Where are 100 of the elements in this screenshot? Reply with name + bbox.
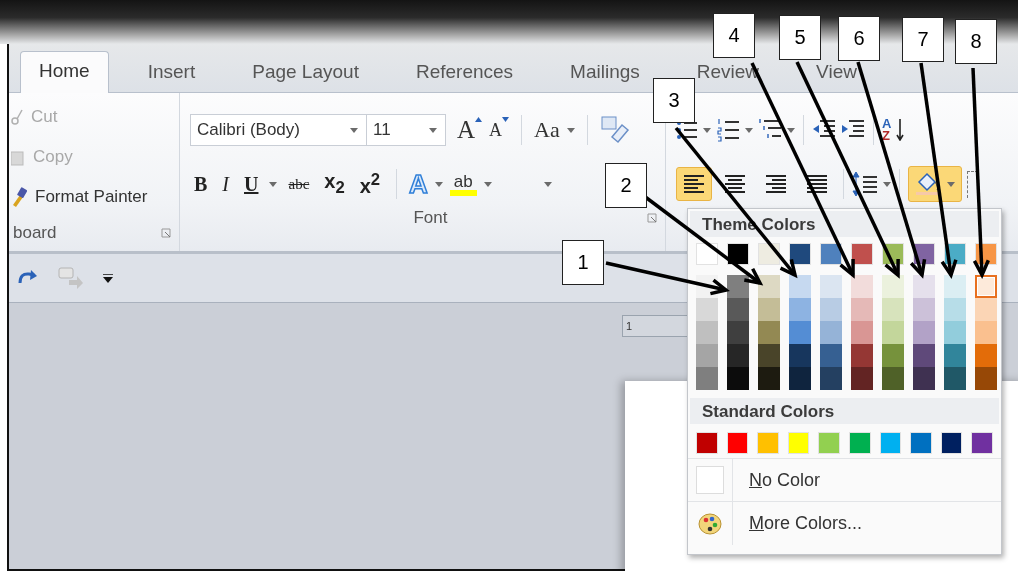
color-swatch[interactable] xyxy=(944,344,966,367)
color-swatch[interactable] xyxy=(696,321,718,344)
color-swatch[interactable] xyxy=(882,367,904,390)
line-spacing-icon[interactable] xyxy=(852,171,878,197)
color-swatch[interactable] xyxy=(851,275,873,298)
caret-icon[interactable] xyxy=(787,127,795,133)
ribbon-tab[interactable]: View xyxy=(798,59,875,92)
color-swatch[interactable] xyxy=(882,275,904,298)
color-swatch[interactable] xyxy=(851,367,873,390)
down-caret-icon xyxy=(502,117,510,122)
callout-label: 1 xyxy=(562,240,604,285)
color-swatch[interactable] xyxy=(944,298,966,321)
color-swatch[interactable] xyxy=(913,298,935,321)
ribbon-tab[interactable]: Home xyxy=(20,51,109,93)
color-swatch[interactable] xyxy=(851,321,873,344)
color-swatch[interactable] xyxy=(758,344,780,367)
scissors-icon xyxy=(11,108,23,125)
ribbon-tab[interactable]: Page Layout xyxy=(234,59,377,92)
callout-label: 2 xyxy=(605,163,647,208)
color-swatch[interactable] xyxy=(820,367,842,390)
color-swatch[interactable] xyxy=(820,298,842,321)
color-swatch[interactable] xyxy=(913,367,935,390)
color-swatch[interactable] xyxy=(820,321,842,344)
color-swatch[interactable] xyxy=(882,298,904,321)
caret-icon[interactable] xyxy=(947,181,955,187)
color-swatch[interactable] xyxy=(913,275,935,298)
shading-button[interactable] xyxy=(908,166,962,202)
dialog-launcher-icon[interactable] xyxy=(161,228,171,238)
format-button[interactable]: abc xyxy=(284,175,314,193)
highlight-button[interactable]: ab xyxy=(449,172,477,196)
border-icon[interactable] xyxy=(967,170,978,198)
clipboard-command[interactable]: Format Painter xyxy=(9,183,179,210)
format-button[interactable]: U xyxy=(240,172,263,196)
paint-bucket-icon xyxy=(915,172,941,196)
color-swatch[interactable] xyxy=(758,321,780,344)
caret-icon[interactable] xyxy=(745,127,753,133)
format-button[interactable]: I xyxy=(218,172,233,196)
color-swatch[interactable] xyxy=(820,344,842,367)
color-swatch[interactable] xyxy=(727,298,749,321)
color-swatch[interactable] xyxy=(944,321,966,344)
caret-icon[interactable] xyxy=(883,181,891,187)
color-swatch[interactable] xyxy=(696,298,718,321)
color-swatch[interactable] xyxy=(944,275,966,298)
format-button[interactable]: x$^{2}$ xyxy=(355,170,385,198)
color-swatch[interactable] xyxy=(789,344,811,367)
group-label: Font xyxy=(412,208,448,228)
color-swatch[interactable] xyxy=(727,344,749,367)
align-icon xyxy=(764,174,788,194)
shrink-font-button[interactable]: A xyxy=(489,119,503,141)
format-button[interactable]: x$_{2}$ xyxy=(320,170,349,198)
color-swatch[interactable] xyxy=(913,344,935,367)
color-swatch[interactable] xyxy=(789,321,811,344)
color-swatch[interactable] xyxy=(975,298,997,321)
caret-icon[interactable] xyxy=(566,127,575,133)
color-swatch[interactable] xyxy=(696,344,718,367)
color-swatch[interactable] xyxy=(789,275,811,298)
color-swatch[interactable] xyxy=(975,344,997,367)
color-swatch[interactable] xyxy=(727,275,749,298)
caret-icon[interactable] xyxy=(429,127,437,133)
dialog-launcher-icon[interactable] xyxy=(647,213,657,223)
ribbon-tab[interactable]: References xyxy=(397,59,532,92)
caret-icon[interactable] xyxy=(703,127,711,133)
color-swatch[interactable] xyxy=(882,321,904,344)
format-button[interactable]: B xyxy=(190,172,212,196)
color-swatch[interactable] xyxy=(758,275,780,298)
color-swatch[interactable] xyxy=(913,321,935,344)
color-swatch[interactable] xyxy=(851,298,873,321)
color-swatch[interactable] xyxy=(727,321,749,344)
color-swatch[interactable] xyxy=(944,367,966,390)
color-swatch[interactable] xyxy=(975,321,997,344)
color-swatch[interactable] xyxy=(975,275,997,298)
color-swatch[interactable] xyxy=(727,367,749,390)
font-size-field[interactable]: 11 xyxy=(366,114,446,146)
menu-item[interactable]: More Colors... xyxy=(688,501,1001,545)
color-swatch[interactable] xyxy=(851,344,873,367)
caret-icon[interactable] xyxy=(434,181,443,187)
eraser-icon[interactable] xyxy=(599,115,630,145)
grow-font-button[interactable]: A xyxy=(457,116,476,144)
caret-icon[interactable] xyxy=(483,181,492,187)
menu-item[interactable]: No Color xyxy=(688,458,1001,501)
palette-icon xyxy=(698,512,722,535)
align-button[interactable] xyxy=(676,167,712,201)
callout-label: 4 xyxy=(713,13,755,58)
color-swatch[interactable] xyxy=(696,367,718,390)
caret-icon[interactable] xyxy=(269,181,278,187)
color-swatch[interactable] xyxy=(758,298,780,321)
color-swatch[interactable] xyxy=(820,275,842,298)
color-swatch[interactable] xyxy=(789,367,811,390)
ribbon-tab[interactable]: Insert xyxy=(129,59,214,92)
numbering-icon[interactable] xyxy=(716,118,740,142)
change-case-button[interactable]: Aa xyxy=(534,117,560,143)
color-swatch[interactable] xyxy=(975,367,997,390)
color-swatch[interactable] xyxy=(758,367,780,390)
sort-button[interactable]: A Z xyxy=(882,118,892,142)
caret-icon[interactable] xyxy=(350,127,358,133)
customize-toolbar-icon[interactable] xyxy=(103,273,113,283)
font-name-field[interactable]: Calibri (Body) xyxy=(190,114,367,146)
caret-icon[interactable] xyxy=(543,181,552,187)
color-swatch[interactable] xyxy=(789,298,811,321)
color-swatch[interactable] xyxy=(882,344,904,367)
